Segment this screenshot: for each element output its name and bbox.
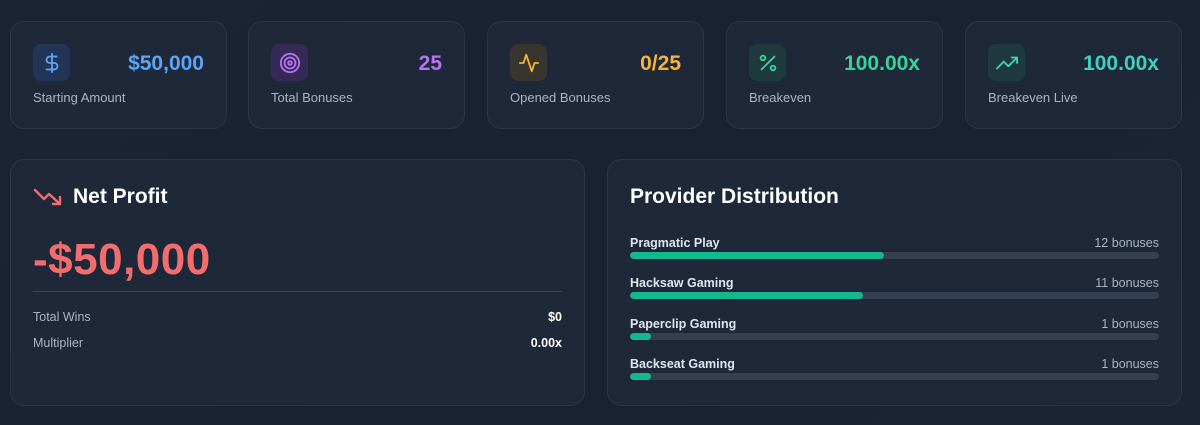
net-profit-value: -$50,000	[33, 235, 211, 284]
provider-row: Paperclip Gaming 1 bonuses	[630, 317, 1159, 349]
dollar-icon	[33, 44, 70, 81]
divider	[33, 291, 562, 292]
total-wins-label: Total Wins	[33, 310, 91, 324]
stat-card-starting-amount: $50,000 Starting Amount	[10, 21, 227, 129]
percent-icon	[749, 44, 786, 81]
multiplier-row: Multiplier 0.00x	[33, 336, 562, 352]
stat-label: Breakeven	[749, 90, 812, 105]
multiplier-value: 0.00x	[530, 336, 562, 350]
activity-icon	[510, 44, 547, 81]
total-wins-row: Total Wins $0	[33, 310, 562, 326]
provider-bar-track	[630, 333, 1159, 340]
provider-count: 11 bonuses	[1095, 276, 1159, 290]
provider-row: Hacksaw Gaming 11 bonuses	[630, 276, 1159, 308]
trending-up-icon	[988, 44, 1025, 81]
stat-card-total-bonuses: 25 Total Bonuses	[248, 21, 465, 129]
provider-name: Backseat Gaming	[630, 357, 735, 371]
provider-count: 1 bonuses	[1101, 317, 1159, 331]
provider-bar-track	[630, 373, 1159, 380]
provider-row: Pragmatic Play 12 bonuses	[630, 236, 1159, 268]
provider-distribution-panel: Provider Distribution Pragmatic Play 12 …	[607, 159, 1182, 406]
target-icon	[271, 44, 308, 81]
stat-card-breakeven: 100.00x Breakeven	[726, 21, 943, 129]
stat-value: 100.00x	[844, 52, 920, 75]
stat-value: 0/25	[640, 52, 681, 75]
trending-down-icon	[33, 186, 63, 208]
provider-row: Backseat Gaming 1 bonuses	[630, 357, 1159, 389]
stat-value: 25	[418, 52, 442, 75]
net-profit-title: Net Profit	[73, 185, 168, 208]
provider-name: Pragmatic Play	[630, 236, 720, 250]
provider-name: Paperclip Gaming	[630, 317, 737, 331]
provider-name: Hacksaw Gaming	[630, 276, 734, 290]
stat-value: 100.00x	[1083, 52, 1159, 75]
provider-distribution-title: Provider Distribution	[630, 185, 839, 208]
stat-value: $50,000	[128, 52, 204, 75]
provider-bar-fill	[630, 333, 652, 340]
stat-label: Starting Amount	[33, 90, 126, 105]
stat-card-opened-bonuses: 0/25 Opened Bonuses	[487, 21, 704, 129]
provider-count: 12 bonuses	[1094, 236, 1159, 250]
provider-bar-track	[630, 292, 1159, 299]
stat-card-breakeven-live: 100.00x Breakeven Live	[965, 21, 1182, 129]
provider-count: 1 bonuses	[1101, 357, 1159, 371]
provider-bar-fill	[630, 292, 863, 299]
provider-bar-fill	[630, 252, 884, 259]
stat-label: Breakeven Live	[988, 90, 1078, 105]
net-profit-panel: Net Profit -$50,000 Total Wins $0 Multip…	[10, 159, 585, 406]
stat-label: Total Bonuses	[271, 90, 353, 105]
provider-bar-track	[630, 252, 1159, 259]
multiplier-label: Multiplier	[33, 336, 84, 350]
total-wins-value: $0	[548, 310, 562, 324]
provider-bar-fill	[630, 373, 652, 380]
stat-label: Opened Bonuses	[510, 90, 611, 105]
